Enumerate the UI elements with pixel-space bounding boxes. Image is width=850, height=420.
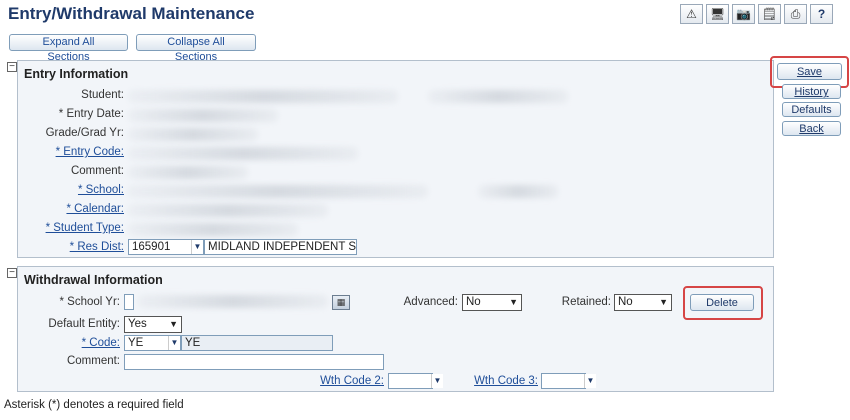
wth-code2-field[interactable] [388,373,433,389]
default-entity-select[interactable]: Yes ▼ [124,316,182,333]
calendar-link[interactable]: * Calendar: [66,203,124,215]
page-title: Entry/Withdrawal Maintenance [8,4,255,23]
toolbar-icons: ⚠ 🖥 📷 🗒 ⎙ ? [680,4,833,24]
back-button[interactable]: Back [782,121,841,136]
student-extra-redacted [428,90,568,103]
student-label: Student: [81,89,124,101]
expand-all-sections-button[interactable]: Expand All Sections [9,34,128,63]
school-yr-field[interactable] [124,294,134,310]
history-label: History [794,86,829,98]
advanced-value: No [466,296,481,308]
chevron-down-icon: ▼ [659,297,668,307]
wth-code3-dropdown-icon[interactable]: ▼ [584,374,596,388]
warning-icon[interactable]: ⚠ [680,4,703,24]
entry-comment-label: Comment: [70,165,124,177]
entry-date-label: * Entry Date: [58,108,124,120]
entry-code-label[interactable]: * Entry Code: [18,146,124,158]
withdrawal-section-title: Withdrawal Information [24,273,163,287]
history-button[interactable]: History [782,84,841,99]
entry-information-section: Entry Information Student: * Entry Date:… [17,60,774,258]
school-redacted [128,185,428,198]
retained-select[interactable]: No ▼ [614,294,672,311]
wth-code2-dropdown-icon[interactable]: ▼ [431,374,443,388]
res-dist-dropdown-icon[interactable]: ▼ [191,240,203,254]
withdrawal-comment-label: Comment: [66,355,120,367]
code-description-field: YE [181,335,333,351]
school-yr-redacted [138,295,328,308]
withdrawal-information-section: Withdrawal Information * School Yr: ▦ Ad… [17,266,774,392]
entry-date-redacted [128,109,278,122]
withdrawal-collapse-toggle-icon[interactable]: − [7,268,17,278]
notes-icon[interactable]: 🗒 [758,4,781,24]
save-button[interactable]: Save [777,63,842,80]
code-link[interactable]: * Code: [82,337,120,349]
code-label[interactable]: * Code: [18,337,120,349]
defaults-button[interactable]: Defaults [782,102,841,117]
calendar-picker-icon[interactable]: ▦ [332,295,350,310]
student-type-redacted [128,223,298,236]
wth-code3-link[interactable]: Wth Code 3: [474,375,538,387]
camera-icon[interactable]: 📷 [732,4,755,24]
save-label: Save [796,65,823,78]
advanced-label: Advanced: [403,296,458,308]
default-entity-value: Yes [128,318,147,330]
res-dist-name-field[interactable]: MIDLAND INDEPENDENT SCHO [204,239,357,255]
student-type-label[interactable]: * Student Type: [18,222,124,234]
calendar-label[interactable]: * Calendar: [18,203,124,215]
default-entity-label: Default Entity: [48,318,120,330]
school-yr-label: * School Yr: [59,296,120,308]
printer-icon[interactable]: ⎙ [784,4,807,24]
retained-label: Retained: [561,296,611,308]
school-label[interactable]: * School: [18,184,124,196]
grade-label: Grade/Grad Yr: [45,127,124,139]
school-extra-redacted [478,185,558,198]
entry-code-link[interactable]: * Entry Code: [56,146,124,158]
calendar-redacted [128,204,328,217]
school-link[interactable]: * School: [78,184,124,196]
student-value-redacted [128,90,398,103]
student-type-link[interactable]: * Student Type: [46,222,124,234]
retained-value: No [618,296,633,308]
entry-collapse-toggle-icon[interactable]: − [7,62,17,72]
required-field-note: Asterisk (*) denotes a required field [4,399,184,411]
res-dist-label[interactable]: * Res Dist: [18,241,124,253]
chevron-down-icon: ▼ [509,297,518,307]
delete-button[interactable]: Delete [690,294,754,311]
wth-code3-label[interactable]: Wth Code 3: [458,375,538,387]
res-dist-link[interactable]: * Res Dist: [70,241,124,253]
help-icon[interactable]: ? [810,4,833,24]
advanced-select[interactable]: No ▼ [462,294,522,311]
code-dropdown-icon[interactable]: ▼ [168,336,180,350]
entry-comment-redacted [128,166,248,179]
entry-code-redacted [128,147,358,160]
grade-redacted [128,128,258,141]
withdrawal-comment-field[interactable] [124,354,384,370]
chevron-down-icon: ▼ [169,319,178,329]
wth-code2-link[interactable]: Wth Code 2: [320,375,384,387]
back-label: Back [799,123,824,135]
monitor-icon[interactable]: 🖥 [706,4,729,24]
entry-section-title: Entry Information [24,67,129,81]
wth-code3-field[interactable] [541,373,586,389]
collapse-all-sections-button[interactable]: Collapse All Sections [136,34,256,63]
wth-code2-label[interactable]: Wth Code 2: [298,375,384,387]
